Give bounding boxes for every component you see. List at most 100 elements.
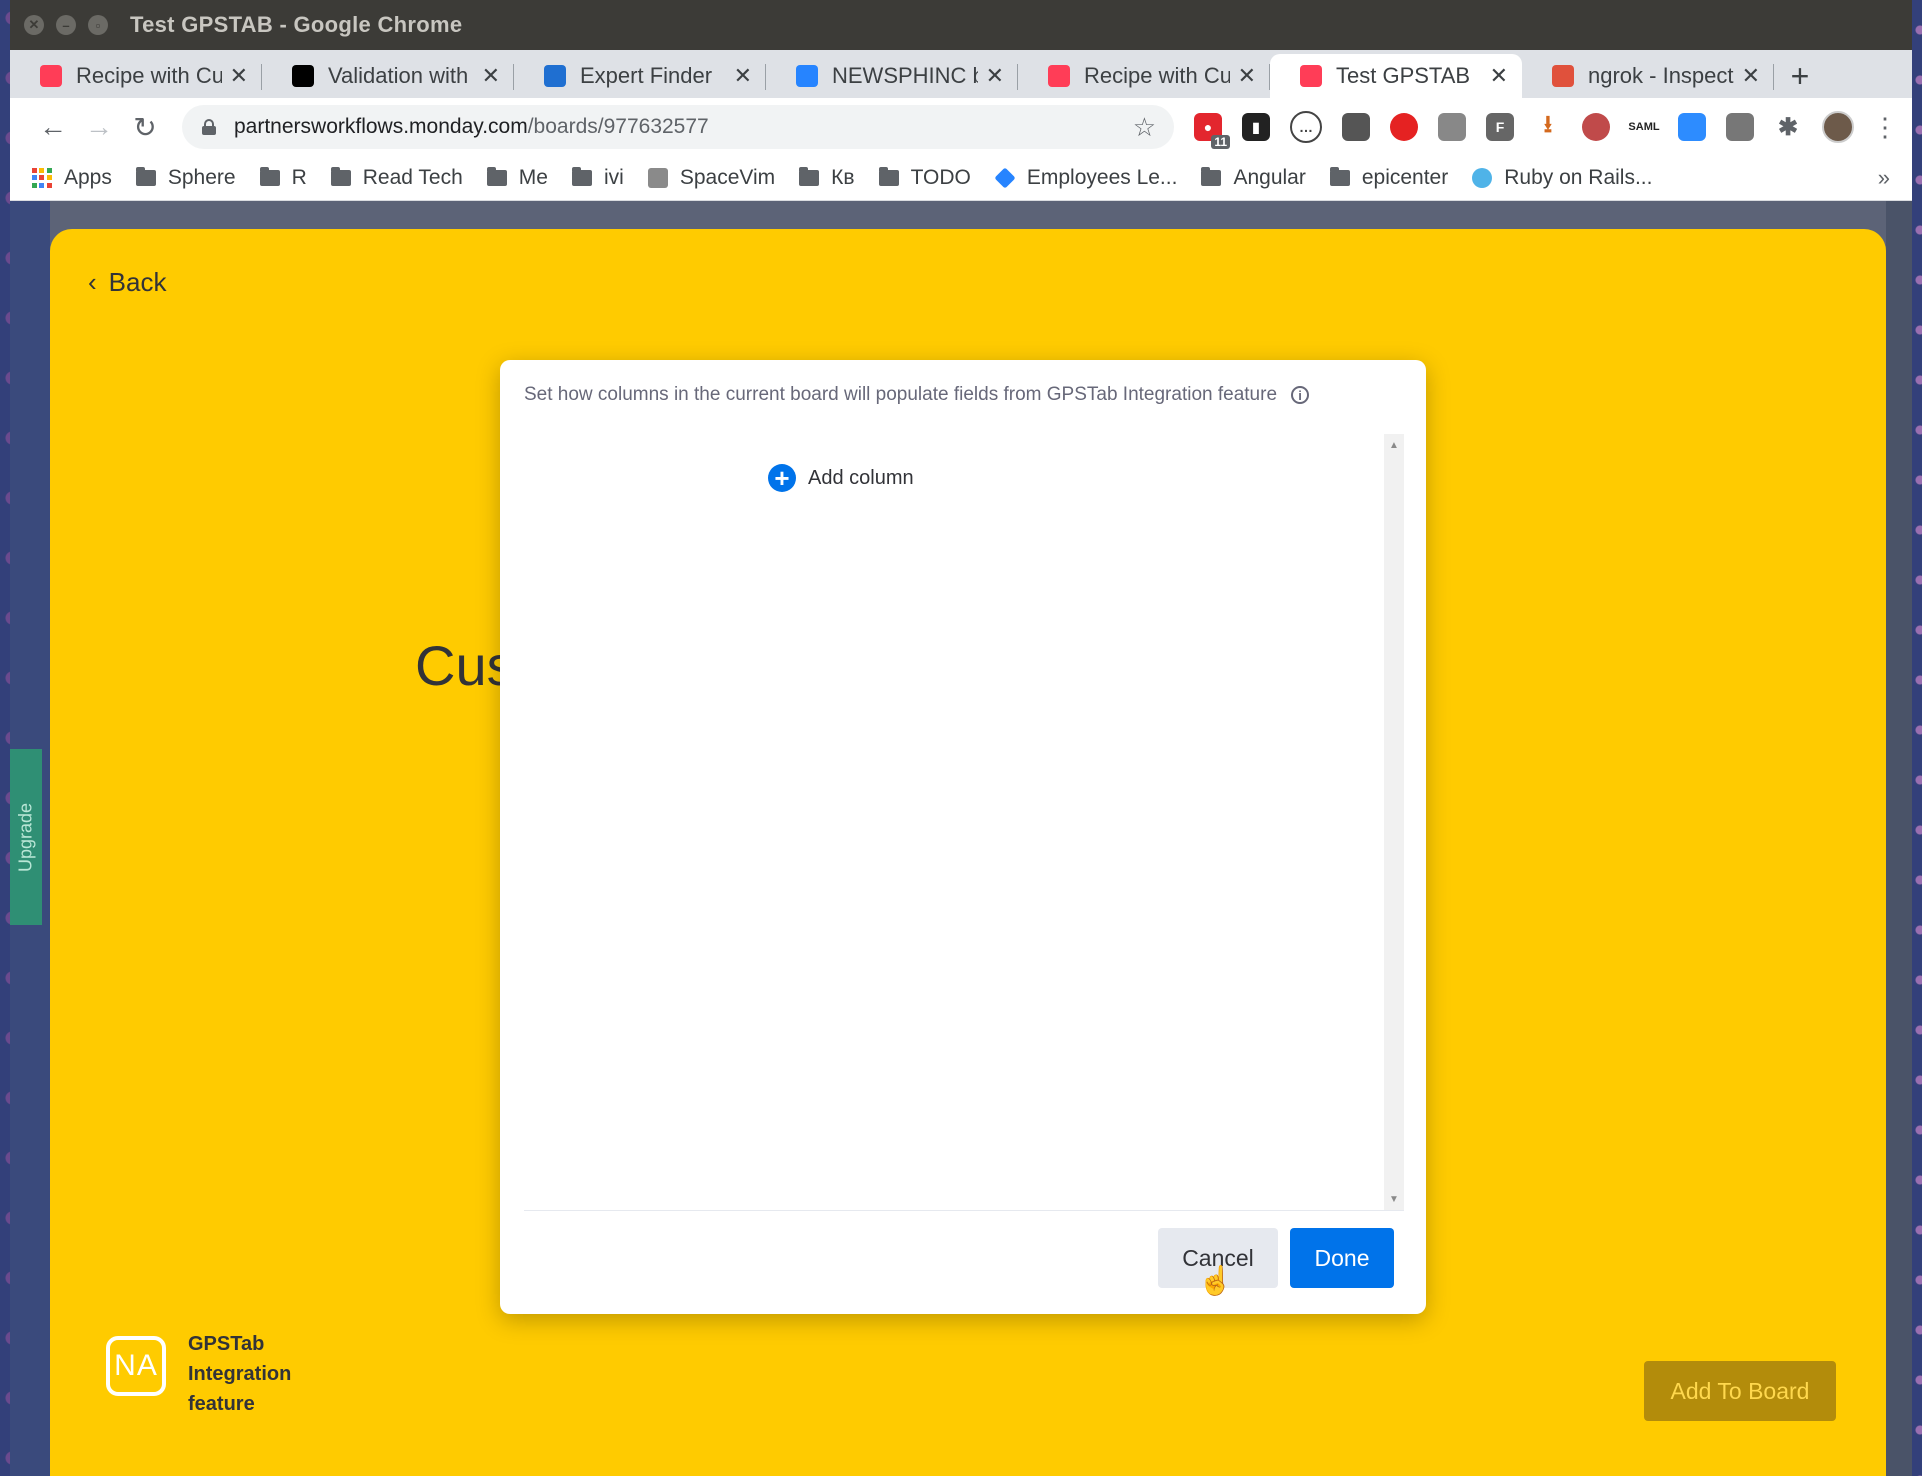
add-to-board-button[interactable]: Add To Board	[1644, 1361, 1836, 1421]
monday-icon	[40, 65, 62, 87]
tab-label: NEWSPHINC bo	[832, 63, 978, 88]
forward-nav-button[interactable]: →	[76, 104, 122, 150]
close-tab-icon[interactable]: ✕	[734, 63, 752, 89]
bookmark-label: Apps	[64, 166, 112, 189]
maximize-window-button[interactable]: ▫	[88, 15, 108, 35]
browser-tab[interactable]: Recipe with Cu ✕	[10, 54, 262, 98]
close-tab-icon[interactable]: ✕	[1742, 63, 1760, 89]
bookmarks-overflow-icon[interactable]: »	[1878, 165, 1890, 191]
zoom-extension-icon[interactable]	[1678, 113, 1706, 141]
bookmark-label: epicenter	[1361, 166, 1449, 189]
dialog-description: Set how columns in the current board wil…	[524, 384, 1310, 406]
monday-icon	[1048, 65, 1070, 87]
done-button[interactable]: Done	[1290, 1228, 1394, 1288]
reload-button[interactable]: ↻	[122, 104, 168, 150]
mapping-list: + Add column ▲ ▼	[524, 434, 1404, 1211]
back-nav-button[interactable]: ←	[30, 104, 76, 150]
camera-extension-icon[interactable]	[1726, 113, 1754, 141]
bookmarks-bar: Apps Sphere R Read Tech Me ivi SpaceVim Кв TODO E…	[10, 156, 1912, 201]
folder-icon	[259, 167, 280, 186]
saml-extension-icon[interactable]: SAML	[1628, 113, 1659, 141]
add-column-label: Add column	[808, 466, 914, 489]
bookmark-item[interactable]: ivi	[571, 166, 624, 190]
field-mapping-dialog: Set how columns in the current board wil…	[500, 360, 1426, 1314]
browser-tab[interactable]: Recipe with Cu ✕	[1018, 54, 1270, 98]
bookmark-item[interactable]: TODO	[878, 166, 971, 190]
browser-tab[interactable]: Test GPSTAB ✕	[1270, 54, 1522, 98]
feature-name: GPSTab Integration feature	[188, 1333, 292, 1415]
tab-label: Validation with	[328, 63, 469, 88]
folder-icon	[571, 167, 592, 186]
bookmark-label: Кв	[831, 166, 855, 189]
f-extension-icon[interactable]: F	[1486, 113, 1514, 141]
url-text[interactable]: partnersworkflows.monday.com/boards/9776…	[234, 115, 1133, 139]
browser-tab[interactable]: Expert Finder ✕	[514, 54, 766, 98]
json-extension-icon[interactable]: …	[1290, 111, 1322, 143]
close-tab-icon[interactable]: ✕	[986, 63, 1004, 89]
menu-kebab-icon[interactable]: ⋮	[1872, 112, 1898, 143]
bookmark-star-icon[interactable]: ☆	[1133, 112, 1156, 143]
tab-label: ngrok - Inspect	[1588, 63, 1734, 88]
hand-cursor-icon: ☝	[1198, 1265, 1233, 1296]
bookmark-label: Me	[518, 166, 548, 189]
apps-grid-icon	[32, 168, 52, 188]
browser-tab[interactable]: Validation with ✕	[262, 54, 514, 98]
bookmark-item[interactable]: SpaceVim	[647, 166, 776, 190]
bookmark-item[interactable]: Angular	[1201, 166, 1306, 190]
bookmark-item[interactable]: Ruby on Rails...	[1472, 166, 1652, 190]
bookmark-item[interactable]: Read Tech	[330, 166, 463, 190]
cloud-icon	[1472, 168, 1493, 188]
folder-icon	[799, 167, 820, 186]
extensions-area: ● 11 ▮ … F ⭳ SAML ✱ ⋮	[1184, 111, 1898, 149]
bookmark-label: Employees Le...	[1026, 166, 1178, 189]
close-tab-icon[interactable]: ✕	[1490, 63, 1508, 89]
add-column-button[interactable]: + Add column	[768, 464, 914, 492]
bookmark-item[interactable]: Apps	[32, 166, 112, 190]
bookmark-item[interactable]: Me	[486, 166, 548, 190]
scroll-down-arrow-icon[interactable]: ▼	[1384, 1190, 1404, 1208]
plus-circle-icon: +	[768, 464, 796, 492]
scroll-up-arrow-icon[interactable]: ▲	[1384, 436, 1404, 454]
minimize-window-button[interactable]: –	[56, 15, 76, 35]
folder-icon	[486, 167, 507, 186]
tampermonkey-extension-icon[interactable]: ▮	[1242, 113, 1270, 141]
ublock-extension-icon[interactable]	[1582, 113, 1610, 141]
address-bar[interactable]: partnersworkflows.monday.com/boards/9776…	[182, 105, 1174, 149]
profile-avatar[interactable]	[1822, 111, 1854, 143]
bookmark-item[interactable]: Кв	[799, 166, 855, 190]
bookmark-item[interactable]: R	[259, 166, 307, 190]
record-extension-icon[interactable]	[1390, 113, 1418, 141]
adblock-extension-icon[interactable]: ● 11	[1194, 113, 1230, 149]
lock-icon[interactable]	[202, 119, 216, 135]
upgrade-tab[interactable]: Upgrade	[10, 749, 42, 925]
spacevim-icon	[647, 168, 668, 188]
folder-icon	[135, 167, 156, 186]
person-extension-icon[interactable]	[1438, 113, 1466, 141]
bookmark-label: Read Tech	[362, 166, 463, 189]
tab-label: Test GPSTAB	[1336, 63, 1471, 88]
bookmark-item[interactable]: epicenter	[1329, 166, 1449, 190]
bookmark-label: SpaceVim	[679, 166, 776, 189]
window-title: Test GPSTAB - Google Chrome	[130, 12, 463, 37]
tab-strip: Recipe with Cu ✕ Validation with ✕ Expert Fi…	[10, 50, 1912, 98]
bookmark-item[interactable]: Employees Le...	[994, 166, 1178, 190]
copy-extension-icon[interactable]	[1342, 113, 1370, 141]
url-host: partnersworkflows.monday.com	[234, 115, 528, 138]
puzzle-extensions-icon[interactable]: ✱	[1774, 113, 1802, 141]
bookmark-label: Sphere	[167, 166, 236, 189]
back-label: Back	[108, 267, 167, 297]
back-link[interactable]: ‹ Back	[88, 267, 166, 298]
info-icon[interactable]: i	[1291, 386, 1310, 404]
close-tab-icon[interactable]: ✕	[482, 63, 500, 89]
browser-tab[interactable]: NEWSPHINC bo ✕	[766, 54, 1018, 98]
title-bar: ✕ – ▫ Test GPSTAB - Google Chrome	[10, 0, 1912, 50]
download-extension-icon[interactable]: ⭳	[1534, 111, 1562, 141]
close-tab-icon[interactable]: ✕	[1238, 63, 1256, 89]
bookmark-item[interactable]: Sphere	[135, 166, 236, 190]
mapping-scrollbar[interactable]: ▲ ▼	[1384, 434, 1404, 1210]
close-tab-icon[interactable]: ✕	[230, 63, 248, 89]
browser-tab[interactable]: ngrok - Inspect ✕	[1522, 54, 1774, 98]
chevron-left-icon: ‹	[88, 267, 97, 297]
new-tab-button[interactable]: +	[1774, 54, 1826, 98]
close-window-button[interactable]: ✕	[24, 15, 44, 35]
